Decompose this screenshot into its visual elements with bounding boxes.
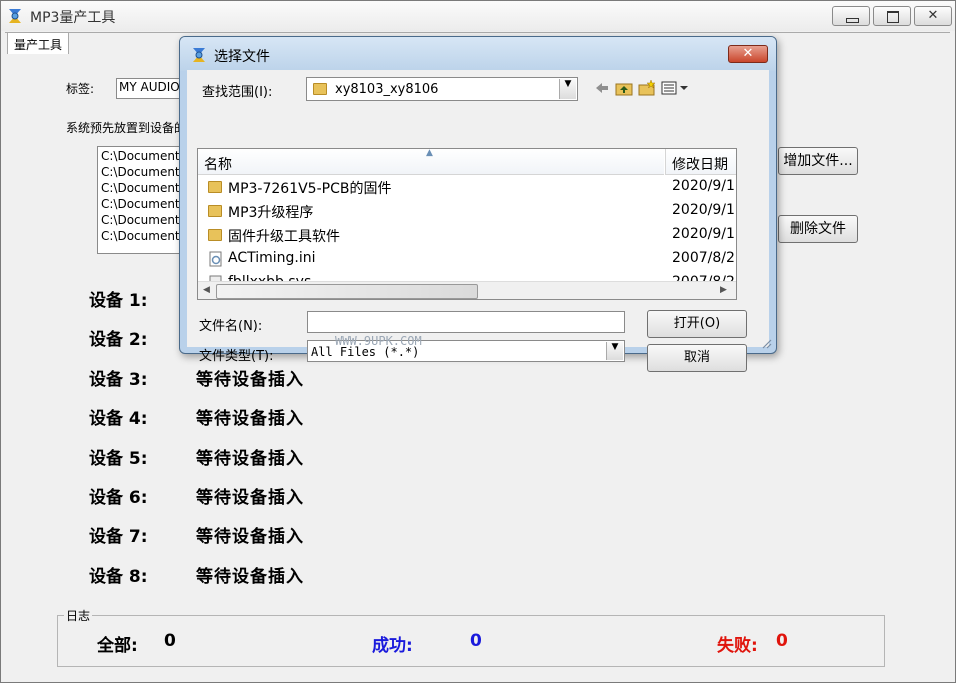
- preload-file-list[interactable]: C:\Documents C:\Documents C:\Documents C…: [97, 146, 187, 254]
- log-group: 日志 全部: 0 成功: 0 失败: 0: [57, 607, 885, 667]
- device-1-label: 设备 1:: [89, 291, 148, 311]
- list-item[interactable]: ACTiming.ini 2007/8/2: [198, 248, 736, 272]
- folder-icon: [208, 181, 222, 193]
- cancel-button[interactable]: 取消: [647, 344, 747, 372]
- open-button[interactable]: 打开(O): [647, 310, 747, 338]
- success-label: 成功:: [372, 636, 413, 656]
- open-file-dialog: 选择文件 ✕ 查找范围(I): xy8103_xy8106 ▼ 名称 ▲ 修改日…: [179, 36, 777, 372]
- resize-grip-icon[interactable]: [760, 337, 772, 349]
- list-item[interactable]: C:\Documents: [101, 197, 186, 213]
- minimize-button[interactable]: [832, 6, 870, 26]
- fail-label: 失败:: [717, 636, 758, 656]
- list-item[interactable]: C:\Documents: [101, 229, 186, 245]
- device-6-status: 等待设备插入: [196, 488, 304, 508]
- list-item[interactable]: MP3升级程序 2020/9/1: [198, 200, 736, 224]
- total-label: 全部:: [97, 636, 138, 656]
- horizontal-scrollbar[interactable]: ◀ ▶: [198, 281, 736, 299]
- list-item[interactable]: 固件升级工具软件 2020/9/1: [198, 224, 736, 248]
- list-item[interactable]: MP3-7261V5-PCB的固件 2020/9/1: [198, 176, 736, 200]
- file-list[interactable]: 名称 ▲ 修改日期 MP3-7261V5-PCB的固件 2020/9/1 MP3…: [197, 148, 737, 300]
- total-value: 0: [164, 631, 176, 651]
- file-name-input[interactable]: [307, 311, 625, 333]
- close-button[interactable]: ✕: [914, 6, 952, 26]
- view-menu-icon[interactable]: [661, 81, 691, 95]
- device-4-status: 等待设备插入: [196, 409, 304, 429]
- log-title: 日志: [64, 607, 93, 624]
- back-arrow-icon[interactable]: [594, 81, 610, 95]
- folder-icon: [208, 229, 222, 241]
- device-3-status: 等待设备插入: [196, 370, 304, 390]
- folder-icon: [208, 205, 222, 217]
- preload-caption: 系统预先放置到设备的: [66, 121, 187, 135]
- dialog-title-bar: 选择文件 ✕: [180, 37, 776, 71]
- device-7-label: 设备 7:: [89, 527, 148, 547]
- list-item[interactable]: C:\Documents: [101, 149, 186, 165]
- horizontal-scroll-thumb[interactable]: [216, 284, 478, 299]
- look-in-value: xy8103_xy8106: [335, 82, 439, 97]
- chevron-down-icon[interactable]: ▼: [606, 342, 623, 360]
- list-item[interactable]: C:\Documents: [101, 213, 186, 229]
- device-6-label: 设备 6:: [89, 488, 148, 508]
- label-input[interactable]: MY AUDIO: [116, 78, 186, 99]
- device-8-status: 等待设备插入: [196, 567, 304, 587]
- column-header-modified[interactable]: 修改日期: [665, 149, 736, 175]
- file-type-label: 文件类型(T):: [199, 349, 274, 364]
- sort-ascending-icon: ▲: [426, 148, 433, 158]
- success-value: 0: [470, 631, 482, 651]
- device-5-label: 设备 5:: [89, 449, 148, 469]
- device-5-status: 等待设备插入: [196, 449, 304, 469]
- dialog-title: 选择文件: [214, 49, 270, 65]
- device-3-label: 设备 3:: [89, 370, 148, 390]
- add-file-button[interactable]: 增加文件...: [778, 147, 858, 175]
- close-icon: ✕: [742, 46, 754, 61]
- file-name-label: 文件名(N):: [199, 319, 263, 334]
- vertical-scrollbar[interactable]: ▲: [736, 149, 737, 283]
- maximize-button[interactable]: [873, 6, 911, 26]
- look-in-label: 查找范围(I):: [202, 85, 273, 100]
- list-item[interactable]: C:\Documents: [101, 181, 186, 197]
- new-folder-icon[interactable]: [638, 79, 656, 96]
- device-8-label: 设备 8:: [89, 567, 148, 587]
- list-item[interactable]: C:\Documents: [101, 165, 186, 181]
- window-title: MP3量产工具: [30, 10, 116, 26]
- close-icon: ✕: [927, 8, 939, 23]
- dialog-body: 查找范围(I): xy8103_xy8106 ▼ 名称 ▲ 修改日期 MP3-7…: [187, 70, 769, 372]
- up-folder-icon[interactable]: [615, 80, 633, 96]
- scroll-right-icon[interactable]: ▶: [720, 285, 727, 295]
- device-2-label: 设备 2:: [89, 330, 148, 350]
- dialog-close-button[interactable]: ✕: [728, 45, 768, 63]
- watermark-text: WWW.9UPK.COM: [335, 334, 422, 348]
- device-7-status: 等待设备插入: [196, 527, 304, 547]
- scroll-left-icon[interactable]: ◀: [203, 285, 210, 295]
- folder-icon: [313, 83, 327, 95]
- fail-value: 0: [776, 631, 788, 651]
- device-4-label: 设备 4:: [89, 409, 148, 429]
- chevron-down-icon[interactable]: ▼: [559, 79, 576, 99]
- look-in-combo[interactable]: xy8103_xy8106 ▼: [306, 77, 578, 101]
- label-caption: 标签:: [66, 82, 95, 96]
- ini-file-icon: [209, 251, 222, 267]
- delete-file-button[interactable]: 删除文件: [778, 215, 858, 243]
- tab-mass-production[interactable]: 量产工具: [7, 32, 69, 54]
- app-icon: [9, 9, 21, 23]
- app-icon: [193, 48, 205, 62]
- title-bar: MP3量产工具 ✕: [1, 1, 955, 31]
